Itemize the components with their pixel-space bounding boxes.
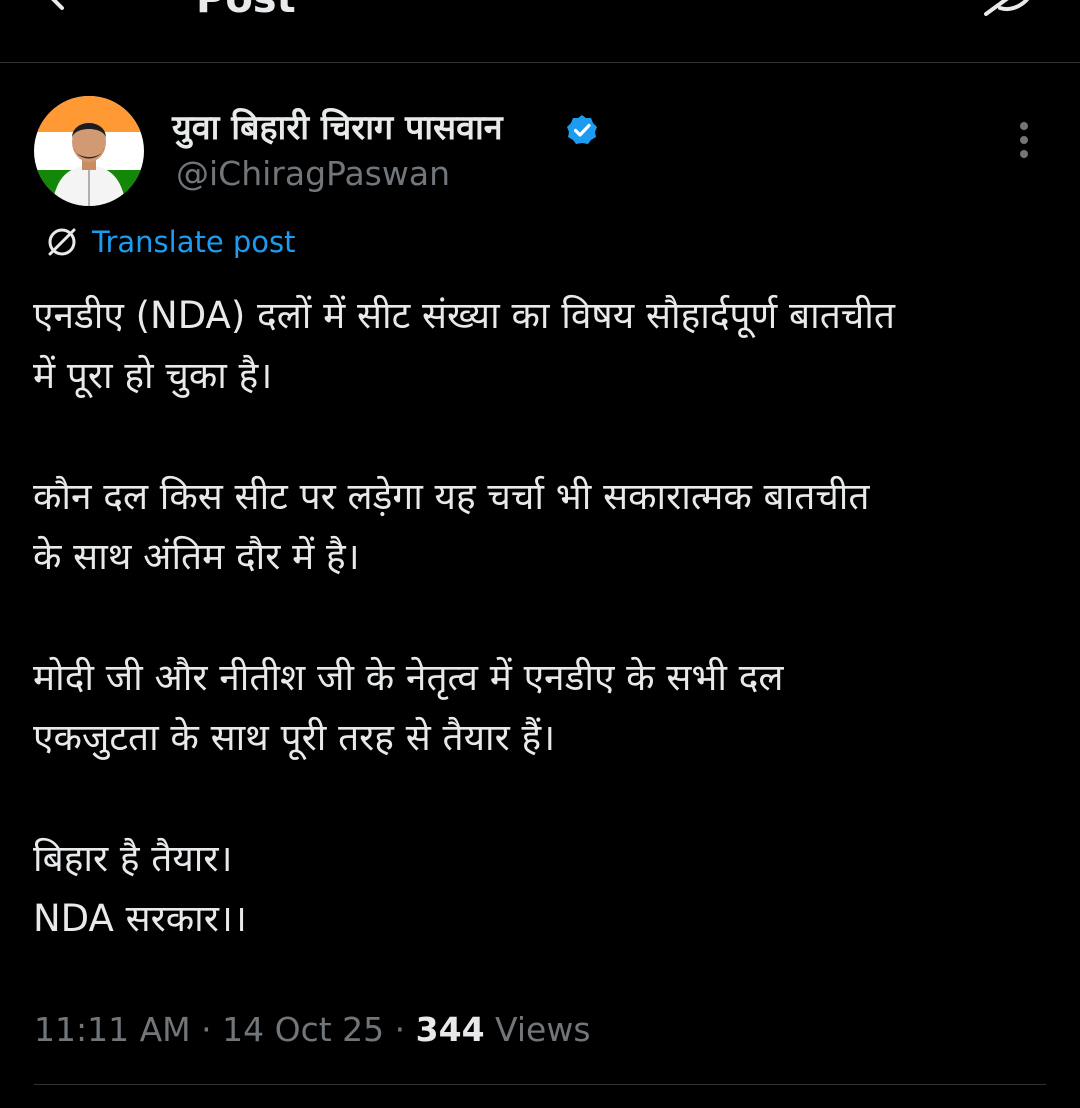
translate-post-button[interactable]: Translate post [44, 222, 296, 262]
post-text: एनडीए (NDA) दलों में सीट संख्या का विषय … [33, 286, 1053, 949]
post-line: NDA सरकार।। [33, 897, 247, 940]
page-title: Post [196, 0, 296, 22]
post-line: के साथ अंतिम दौर में है। [33, 535, 360, 578]
views-label: Views [484, 1010, 591, 1049]
post-metadata: 11:11 AM · 14 Oct 25 · 344 Views [34, 1008, 591, 1052]
grok-icon[interactable] [978, 0, 1038, 18]
post-paragraph: मोदी जी और नीतीश जी के नेतृत्व में एनडीए… [33, 648, 1053, 768]
author-handle[interactable]: @iChiragPaswan [176, 154, 450, 194]
back-arrow-icon[interactable] [44, 0, 84, 18]
post-time[interactable]: 11:11 AM [34, 1010, 191, 1049]
author-avatar[interactable] [34, 96, 144, 206]
divider [34, 1084, 1046, 1085]
more-options-icon[interactable] [1004, 118, 1044, 162]
post-paragraph: एनडीए (NDA) दलों में सीट संख्या का विषय … [33, 286, 1053, 406]
post-line: एकजुटता के साथ पूरी तरह से तैयार हैं। [33, 716, 556, 759]
post-line: मोदी जी और नीतीश जी के नेतृत्व में एनडीए… [33, 656, 784, 699]
post-line: में पूरा हो चुका है। [33, 354, 273, 397]
post-line: कौन दल किस सीट पर लड़ेगा यह चर्चा भी सका… [33, 475, 870, 518]
translate-post-label: Translate post [92, 225, 296, 259]
top-app-bar: Post [0, 0, 1080, 63]
views-count: 344 [415, 1010, 485, 1049]
post-date[interactable]: 14 Oct 25 [222, 1010, 384, 1049]
post-paragraph: बिहार है तैयार। NDA सरकार।। [33, 829, 1053, 949]
meta-separator: · [384, 1010, 416, 1049]
author-display-name[interactable]: युवा बिहारी चिराग पासवान [172, 106, 503, 150]
globe-slash-icon [48, 228, 76, 256]
verified-badge-icon [567, 115, 597, 144]
post-line: एनडीए (NDA) दलों में सीट संख्या का विषय … [33, 294, 895, 337]
meta-separator: · [190, 1010, 223, 1049]
post-line: बिहार है तैयार। [33, 837, 233, 880]
post-paragraph: कौन दल किस सीट पर लड़ेगा यह चर्चा भी सका… [33, 467, 1053, 587]
